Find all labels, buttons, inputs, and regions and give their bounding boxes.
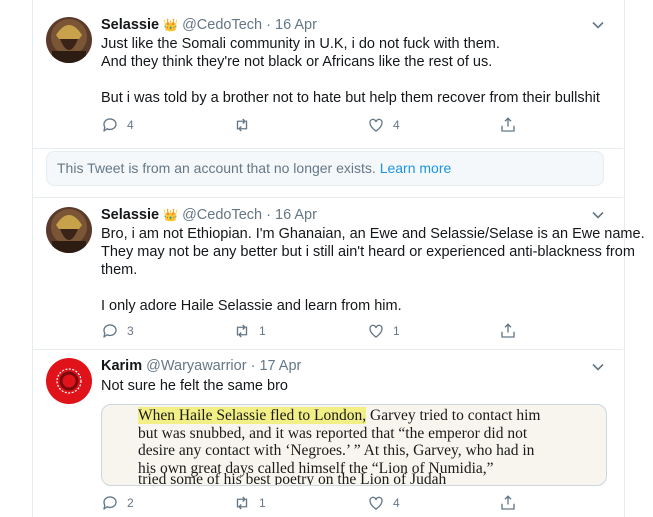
retweet-icon [236,496,248,510]
retweet-button[interactable] [233,116,259,134]
reply-count: 2 [127,496,134,510]
like-button[interactable]: 4 [367,494,400,512]
chevron-down-icon[interactable] [592,363,604,371]
share-button[interactable] [499,322,517,340]
tweet-line: Not sure he felt the same bro [101,378,288,394]
avatar-image [46,17,92,63]
separator-dot: · [250,358,256,374]
crown-badge-icon: 👑 [163,208,179,222]
separator-dot: · [266,17,271,33]
tweet-actions: 3 1 1 [101,322,531,342]
tweet-header: Karim @Waryawarrior · 17 Apr [101,358,301,374]
chevron-down-icon[interactable] [592,211,604,219]
reply-icon [103,496,117,510]
heart-icon [369,496,383,510]
tweet-line [101,71,611,89]
retweet-button[interactable]: 1 [233,322,266,340]
reply-count: 4 [127,118,134,132]
like-button[interactable]: 1 [367,322,400,340]
excerpt-text: Garvey tried to contact him [366,407,541,424]
like-button[interactable]: 4 [367,116,400,134]
tweet-text: Bro, i am not Ethiopian. I'm Ghanaian, a… [101,225,645,315]
like-count: 4 [393,118,400,132]
reply-icon [103,324,117,338]
display-name[interactable]: Selassie [101,207,159,223]
tweet-text: Not sure he felt the same bro [101,377,611,395]
tweet-actions: 2 1 4 [101,494,531,514]
highlighted-text: When Haile Selassie fled to London, [138,407,367,424]
heart-icon [369,324,383,338]
tweet-actions: 4 4 [101,116,531,136]
share-icon [501,117,515,132]
reply-button[interactable]: 2 [101,494,134,512]
handle[interactable]: @Waryawarrior [146,358,246,374]
timestamp[interactable]: 17 Apr [259,358,301,374]
excerpt-line: but was snubbed, and it was reported tha… [138,424,528,442]
unavailable-tweet-notice: This Tweet is from an account that no lo… [46,151,604,186]
tweet-line [101,279,611,297]
share-button[interactable] [499,494,517,512]
notice-text: This Tweet is from an account that no lo… [57,160,376,176]
heart-icon [369,118,383,132]
reply-count: 3 [127,324,134,338]
avatar-image [46,358,92,404]
divider [33,349,623,350]
avatar[interactable] [46,358,92,404]
avatar-image [46,207,92,253]
chevron-down-icon[interactable] [592,21,604,29]
crown-badge-icon: 👑 [163,18,179,32]
tweet-line: them. [101,262,138,278]
divider [33,148,623,149]
avatar[interactable] [46,207,92,253]
tweet-line: Bro, i am not Ethiopian. I'm Ghanaian, a… [101,226,645,242]
share-button[interactable] [499,116,517,134]
like-count: 1 [393,324,400,338]
timestamp[interactable]: 16 Apr [275,207,317,223]
display-name[interactable]: Karim [101,358,142,374]
handle[interactable]: @CedoTech [182,17,262,33]
share-icon [501,323,515,338]
retweet-count: 1 [259,324,266,338]
retweet-icon [236,118,248,132]
excerpt-line: desire any contact with ‘Negroes.’ ” At … [138,442,535,459]
book-excerpt-image: When Haile Selassie fled to London, Garv… [138,407,540,485]
attached-image[interactable]: When Haile Selassie fled to London, Garv… [101,404,607,486]
learn-more-link[interactable]: Learn more [380,160,452,176]
handle[interactable]: @CedoTech [182,207,262,223]
separator-dot: · [266,207,271,223]
avatar[interactable] [46,17,92,63]
like-count: 4 [393,496,400,510]
tweet-line: And they think they're not black or Afri… [101,54,493,70]
retweet-button[interactable]: 1 [233,494,266,512]
tweet-line: I only adore Haile Selassie and learn fr… [101,298,402,314]
reply-icon [103,118,117,132]
tweet-header: Selassie 👑 @CedoTech · 16 Apr [101,207,317,223]
share-icon [501,495,515,510]
retweet-count: 1 [259,496,266,510]
tweet-line: Just like the Somali community in U.K, i… [101,36,500,52]
timestamp[interactable]: 16 Apr [275,17,317,33]
reply-button[interactable]: 4 [101,116,134,134]
tweet-header: Selassie 👑 @CedoTech · 16 Apr [101,17,317,33]
divider [33,197,623,198]
tweet-line: They may not be any better but i still a… [101,244,635,260]
tweet-line: But i was told by a brother not to hate … [101,90,600,106]
tweet-text: Just like the Somali community in U.K, i… [101,35,611,107]
retweet-icon [236,324,248,338]
excerpt-line: When Haile Selassie fled to London, Garv… [138,407,540,425]
reply-button[interactable]: 3 [101,322,134,340]
display-name[interactable]: Selassie [101,17,159,33]
